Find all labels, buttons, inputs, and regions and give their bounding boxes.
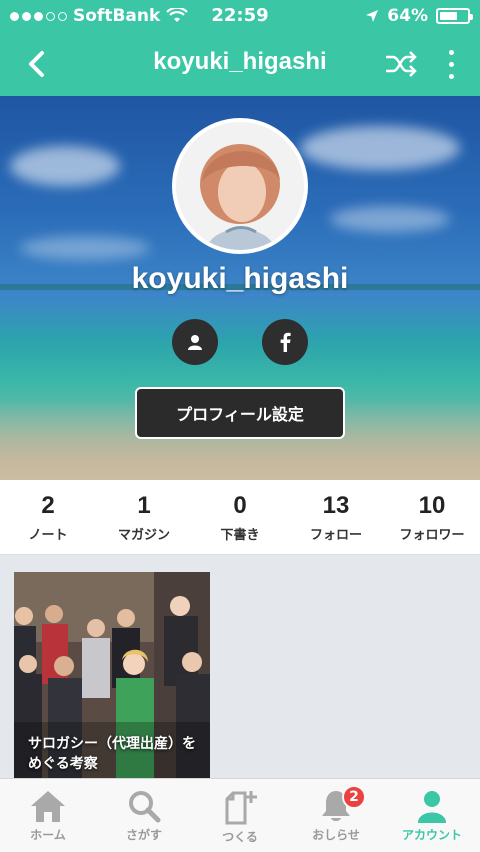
status-bar: SoftBank 22:59 64%: [0, 0, 480, 32]
shuffle-icon: [386, 51, 417, 77]
tab-account[interactable]: アカウント: [384, 779, 480, 852]
facebook-icon: [280, 332, 291, 352]
tab-create-label: つくる: [222, 830, 258, 844]
facebook-button[interactable]: [262, 319, 308, 365]
create-note-icon: [225, 791, 257, 825]
avatar-portrait: [176, 122, 304, 250]
profile-header: koyuki_higashi プロフィール設定: [0, 96, 480, 480]
battery-icon: [436, 8, 473, 24]
battery-level: [440, 12, 457, 20]
tab-search[interactable]: さがす: [96, 779, 192, 852]
cloud-decoration: [10, 146, 120, 186]
profile-link-button[interactable]: [172, 319, 218, 365]
tab-create[interactable]: つくる: [192, 779, 288, 852]
stat-value: 2: [41, 491, 55, 519]
more-vertical-icon[interactable]: [444, 46, 458, 82]
person-icon: [188, 335, 202, 350]
account-icon: [418, 791, 446, 823]
status-right: 64%: [365, 6, 473, 26]
notification-badge: 2: [342, 785, 366, 809]
stat-label: 下書き: [220, 527, 260, 543]
stat-magazines[interactable]: 1 マガジン: [96, 480, 192, 554]
stat-label: ノート: [28, 527, 68, 543]
stat-value: 13: [322, 491, 350, 519]
profile-settings-button[interactable]: プロフィール設定: [135, 387, 345, 439]
tab-notifications-label: おしらせ: [312, 828, 360, 842]
avatar[interactable]: [172, 118, 308, 254]
shuffle-button[interactable]: [384, 48, 418, 80]
battery-percent: 64%: [387, 6, 428, 26]
tab-home[interactable]: ホーム: [0, 779, 96, 852]
stat-notes[interactable]: 2 ノート: [0, 480, 96, 554]
cloud-decoration: [330, 206, 450, 232]
location-arrow-icon: [366, 10, 379, 22]
tab-account-label: アカウント: [401, 828, 462, 842]
tab-bar: ホーム さがす つくる 2 おしらせ アカウント: [0, 778, 480, 852]
stat-value: 0: [233, 491, 247, 519]
stats-bar: 2 ノート 1 マガジン 0 下書き 13 フォロー 10 フォロワー: [0, 480, 480, 555]
stat-drafts[interactable]: 0 下書き: [192, 480, 288, 554]
stat-label: マガジン: [117, 527, 170, 543]
search-icon: [129, 791, 161, 823]
stat-value: 1: [137, 491, 151, 519]
stat-following[interactable]: 13 フォロー: [288, 480, 384, 554]
stat-label: フォロワー: [399, 527, 465, 543]
nav-bar: koyuki_higashi: [0, 32, 480, 96]
content-area: サロガシー（代理出産）をめぐる考察: [0, 556, 480, 778]
tab-notifications[interactable]: 2 おしらせ: [288, 779, 384, 852]
home-icon: [31, 791, 65, 822]
stat-label: フォロー: [309, 527, 362, 543]
stat-value: 10: [418, 491, 446, 519]
note-card[interactable]: サロガシー（代理出産）をめぐる考察: [14, 572, 210, 778]
cloud-decoration: [20, 236, 150, 260]
note-card-title: サロガシー（代理出産）をめぐる考察: [28, 736, 196, 772]
tab-search-label: さがす: [125, 828, 162, 842]
cloud-decoration: [300, 126, 460, 170]
stat-followers[interactable]: 10 フォロワー: [384, 480, 480, 554]
profile-name: koyuki_higashi: [131, 262, 349, 295]
tab-home-label: ホーム: [30, 828, 66, 842]
